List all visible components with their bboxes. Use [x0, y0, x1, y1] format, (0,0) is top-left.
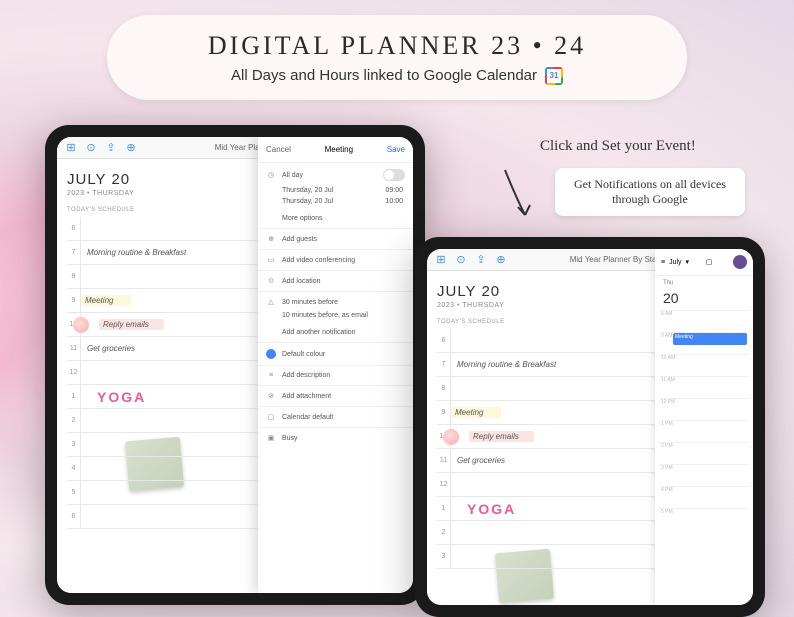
menu-icon[interactable]: ≡ [661, 259, 665, 266]
mic-icon[interactable]: ⊕ [495, 254, 507, 266]
modal-title: Meeting [325, 145, 353, 154]
title-banner: DIGITAL PLANNER 23 • 24 All Days and Hou… [107, 15, 687, 100]
emoji-sticker [73, 317, 89, 333]
chevron-down-icon[interactable]: ▾ [686, 258, 690, 266]
google-calendar-panel: ≡ July ▾ ▢ Thu 20 8 AM 9 AMMeeting 10 AM… [655, 249, 753, 605]
timeline[interactable]: 8 AM 9 AMMeeting 10 AM 11 AM 12 PM 1 PM … [655, 306, 753, 534]
callout-notifications: Get Notifications on all devices through… [555, 168, 745, 216]
grid-icon[interactable]: ⊞ [65, 142, 77, 154]
mic-icon[interactable]: ⊕ [125, 142, 137, 154]
month-selector[interactable]: July [669, 259, 681, 266]
bell-icon: △ [266, 298, 276, 306]
google-calendar-icon [545, 67, 563, 85]
clock-icon: ◷ [266, 171, 276, 179]
search-icon[interactable]: ⊙ [85, 142, 97, 154]
text-icon: ≡ [266, 372, 276, 379]
today-icon[interactable]: ▢ [706, 258, 713, 266]
main-title: DIGITAL PLANNER 23 • 24 [208, 31, 586, 61]
allday-toggle[interactable] [383, 169, 405, 181]
lock-icon: ▣ [266, 434, 276, 442]
yoga-label: YOGA [467, 501, 516, 517]
calendar-icon: ▢ [266, 413, 276, 421]
grid-icon[interactable]: ⊞ [435, 254, 447, 266]
callout-click-set: Click and Set your Event! [540, 138, 696, 155]
avatar[interactable] [733, 255, 747, 269]
yoga-label: YOGA [97, 389, 146, 405]
save-button[interactable]: Save [387, 145, 405, 154]
event-modal: Cancel Meeting Save ◷All day Thursday, 2… [258, 137, 413, 593]
attach-icon: ⊘ [266, 392, 276, 400]
location-icon: ⊙ [266, 277, 276, 285]
tablet-left: ⊞ ⊙ ⇪ ⊕ Mid Year Planner By Stay Planner… [45, 125, 425, 605]
arrow-icon [500, 165, 540, 225]
share-icon[interactable]: ⇪ [105, 142, 117, 154]
search-icon[interactable]: ⊙ [455, 254, 467, 266]
day-number[interactable]: 20 [655, 290, 753, 306]
subtitle: All Days and Hours linked to Google Cale… [231, 67, 563, 85]
people-icon: ⊕ [266, 235, 276, 243]
day-label: Thu [655, 276, 753, 290]
calendar-event[interactable]: Meeting [673, 333, 747, 345]
cancel-button[interactable]: Cancel [266, 145, 291, 154]
tablet-right: ⊞ ⊙ ⇪ ⊕ Mid Year Planner By Stay Planner… [415, 237, 765, 617]
emoji-sticker [443, 429, 459, 445]
share-icon[interactable]: ⇪ [475, 254, 487, 266]
video-icon: ▭ [266, 256, 276, 264]
color-dot[interactable] [266, 349, 276, 359]
